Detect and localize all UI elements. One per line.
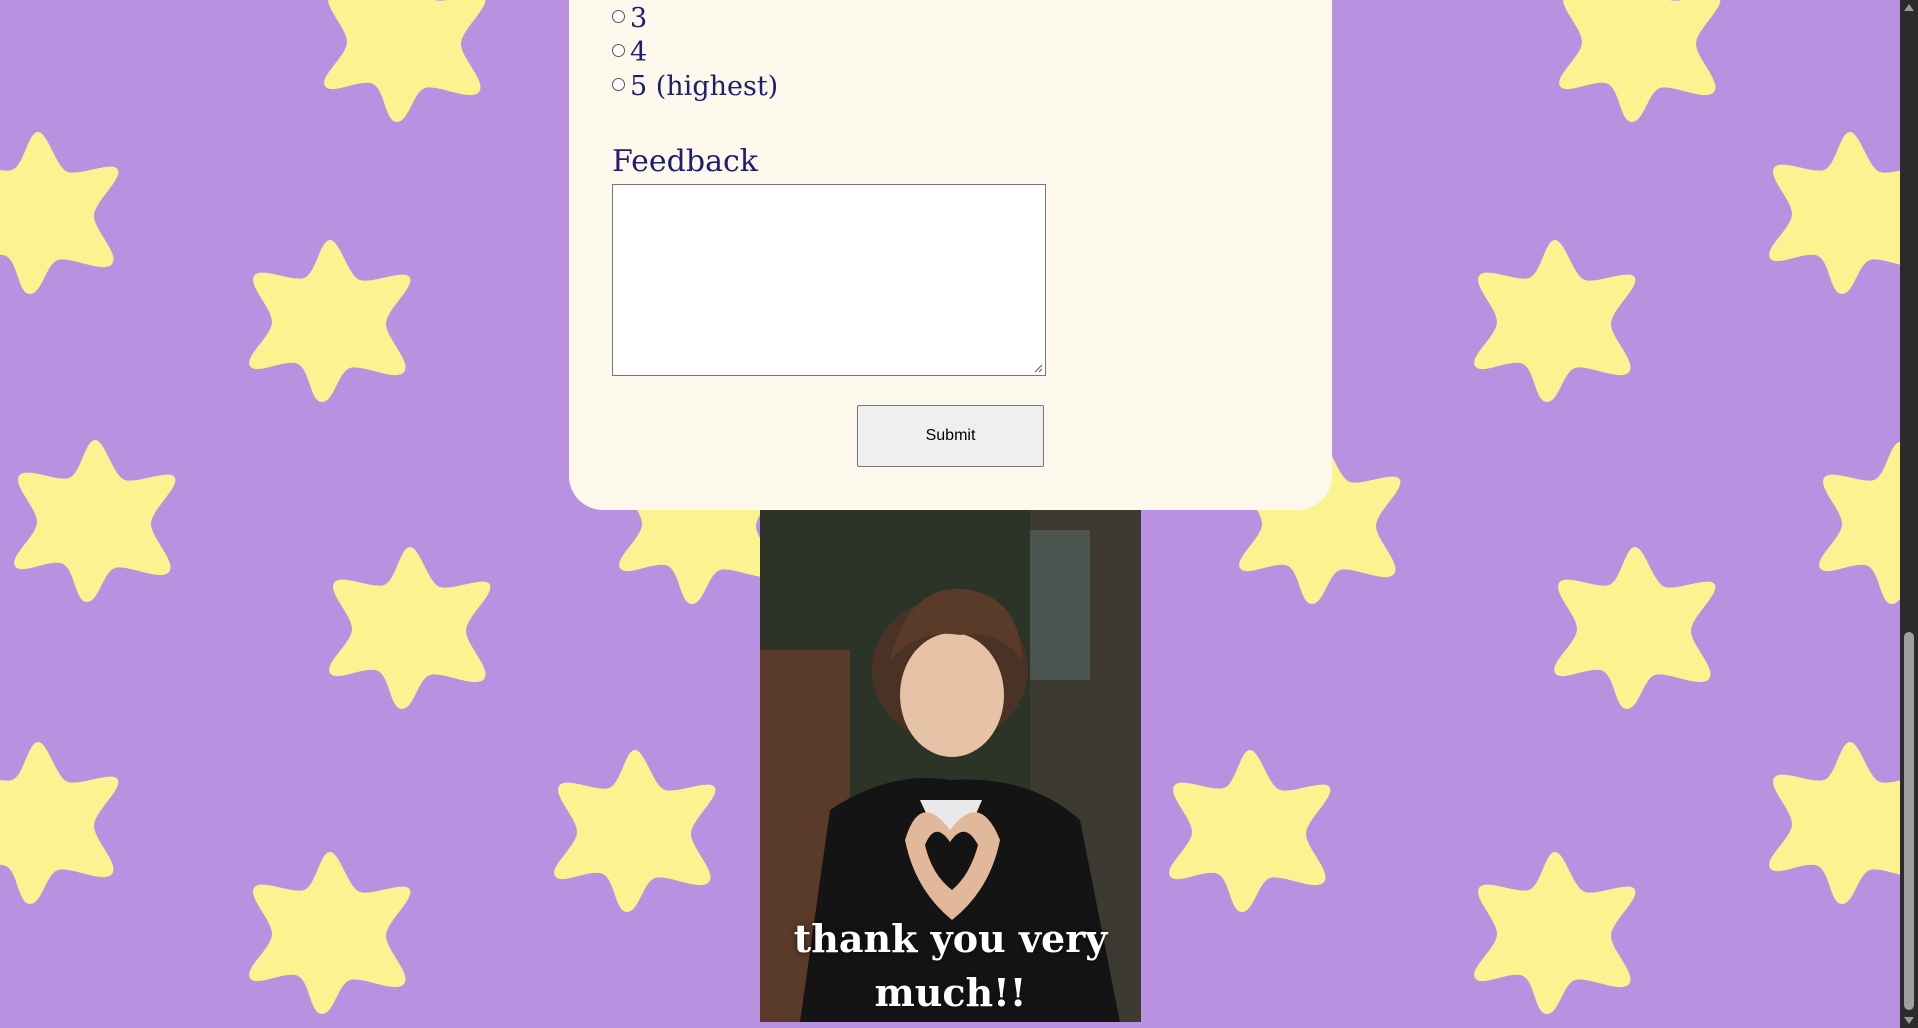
star-icon	[0, 742, 119, 904]
star-icon	[324, 0, 486, 122]
rating-radio-5[interactable]	[612, 77, 625, 91]
star-icon	[1554, 547, 1716, 709]
thank-you-photo: thank you very much!!	[760, 510, 1141, 1022]
feedback-textarea[interactable]	[612, 184, 1046, 376]
star-icon	[1559, 0, 1721, 122]
resize-grip-icon[interactable]	[1033, 363, 1043, 373]
star-icon	[249, 240, 411, 402]
rating-option-5[interactable]: 5 (highest)	[612, 70, 778, 104]
star-icon	[14, 440, 176, 602]
scrollbar-thumb[interactable]	[1904, 632, 1914, 1010]
scroll-down-arrow-icon[interactable]	[1904, 1017, 1914, 1024]
scroll-up-arrow-icon[interactable]	[1904, 4, 1914, 11]
star-icon	[249, 852, 411, 1014]
star-icon	[1474, 852, 1636, 1014]
rating-option-label: 4	[630, 37, 648, 68]
star-icon	[1769, 742, 1900, 904]
star-icon	[1169, 750, 1331, 912]
star-icon	[329, 547, 491, 709]
rating-option-4[interactable]: 4	[612, 36, 647, 70]
submit-button[interactable]: Submit	[857, 405, 1044, 467]
star-icon	[1819, 442, 1900, 604]
star-icon	[0, 132, 119, 294]
star-icon	[1769, 132, 1900, 294]
rating-radio-4[interactable]	[612, 43, 625, 57]
rating-radio-3[interactable]	[612, 9, 625, 23]
star-icon	[1474, 240, 1636, 402]
photo-caption: thank you very much!!	[793, 916, 1108, 1015]
star-icon	[554, 750, 716, 912]
rating-option-label: 5 (highest)	[630, 71, 779, 102]
feedback-form-card: 3 4 5 (highest) Feedback Submit	[569, 0, 1332, 510]
rating-option-3[interactable]: 3	[612, 2, 647, 36]
feedback-label: Feedback	[612, 144, 758, 179]
rating-option-label: 3	[630, 3, 648, 34]
vertical-scrollbar[interactable]	[1900, 0, 1918, 1028]
